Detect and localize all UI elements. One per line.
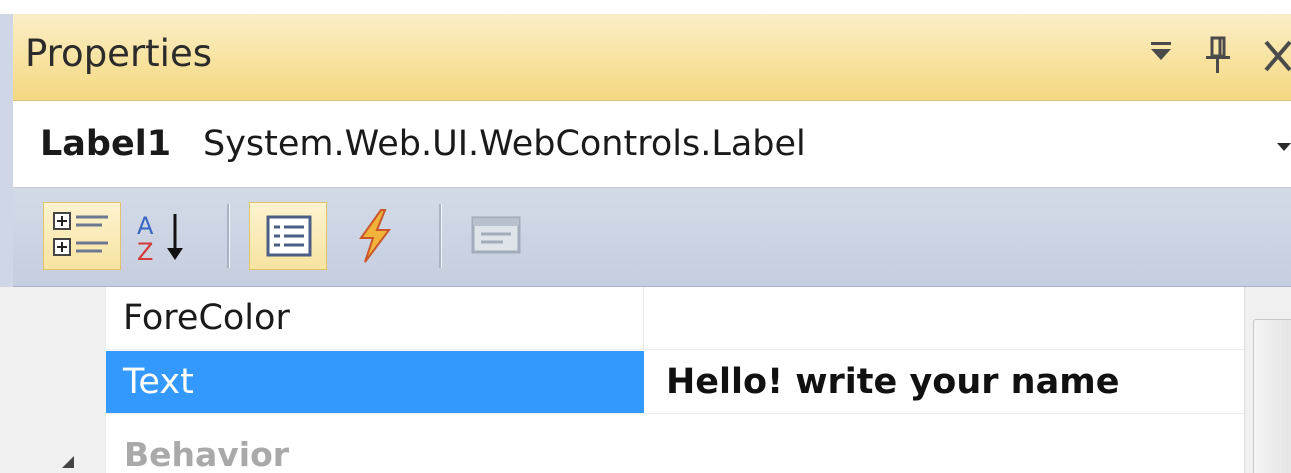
category-behavior[interactable]: Behavior	[0, 427, 1244, 473]
title-bar: Properties	[13, 14, 1291, 101]
toolbar-separator	[227, 204, 230, 268]
property-value[interactable]: Hello! write your name	[645, 351, 1244, 414]
object-selector[interactable]: Label1 System.Web.UI.WebControls.Label	[13, 101, 1291, 188]
pin-icon[interactable]	[1203, 36, 1233, 76]
selected-object-type: System.Web.UI.WebControls.Label	[203, 124, 806, 164]
toolbar-separator	[439, 204, 442, 268]
property-row-forecolor[interactable]: ForeColor	[106, 287, 1244, 351]
events-button[interactable]	[335, 202, 413, 270]
property-pages-button[interactable]	[457, 202, 535, 270]
property-row-text[interactable]: Text Hello! write your name	[106, 351, 1244, 415]
svg-text:Z: Z	[137, 238, 153, 266]
svg-text:A: A	[137, 212, 154, 240]
events-icon	[359, 209, 391, 263]
categorized-icon	[53, 212, 108, 256]
properties-button[interactable]	[249, 202, 327, 270]
property-name: ForeColor	[106, 287, 644, 350]
close-icon[interactable]	[1263, 36, 1291, 76]
property-name: Text	[106, 351, 644, 414]
vertical-scrollbar[interactable]	[1244, 287, 1291, 473]
window-title: Properties	[25, 32, 212, 75]
dropdown-arrow-icon[interactable]	[1146, 36, 1176, 66]
category-label: Behavior	[124, 435, 290, 473]
property-value[interactable]	[645, 287, 1244, 350]
selected-object-name: Label1	[40, 124, 172, 164]
property-pages-icon	[471, 216, 521, 254]
scrollbar-thumb[interactable]	[1253, 319, 1291, 473]
alphabetical-icon: A Z	[137, 212, 183, 266]
chevron-down-icon[interactable]	[1275, 141, 1291, 153]
properties-icon	[266, 215, 312, 257]
alphabetical-button[interactable]: A Z	[125, 202, 203, 270]
property-grid: ForeColor Text Hello! write your name Be…	[0, 287, 1291, 473]
properties-window: Properties Label1 System.Web.UI.WebContr…	[0, 14, 1291, 473]
properties-toolbar: A Z	[13, 188, 1291, 287]
categorized-button[interactable]	[43, 202, 121, 270]
collapse-arrow-icon[interactable]	[60, 455, 76, 469]
